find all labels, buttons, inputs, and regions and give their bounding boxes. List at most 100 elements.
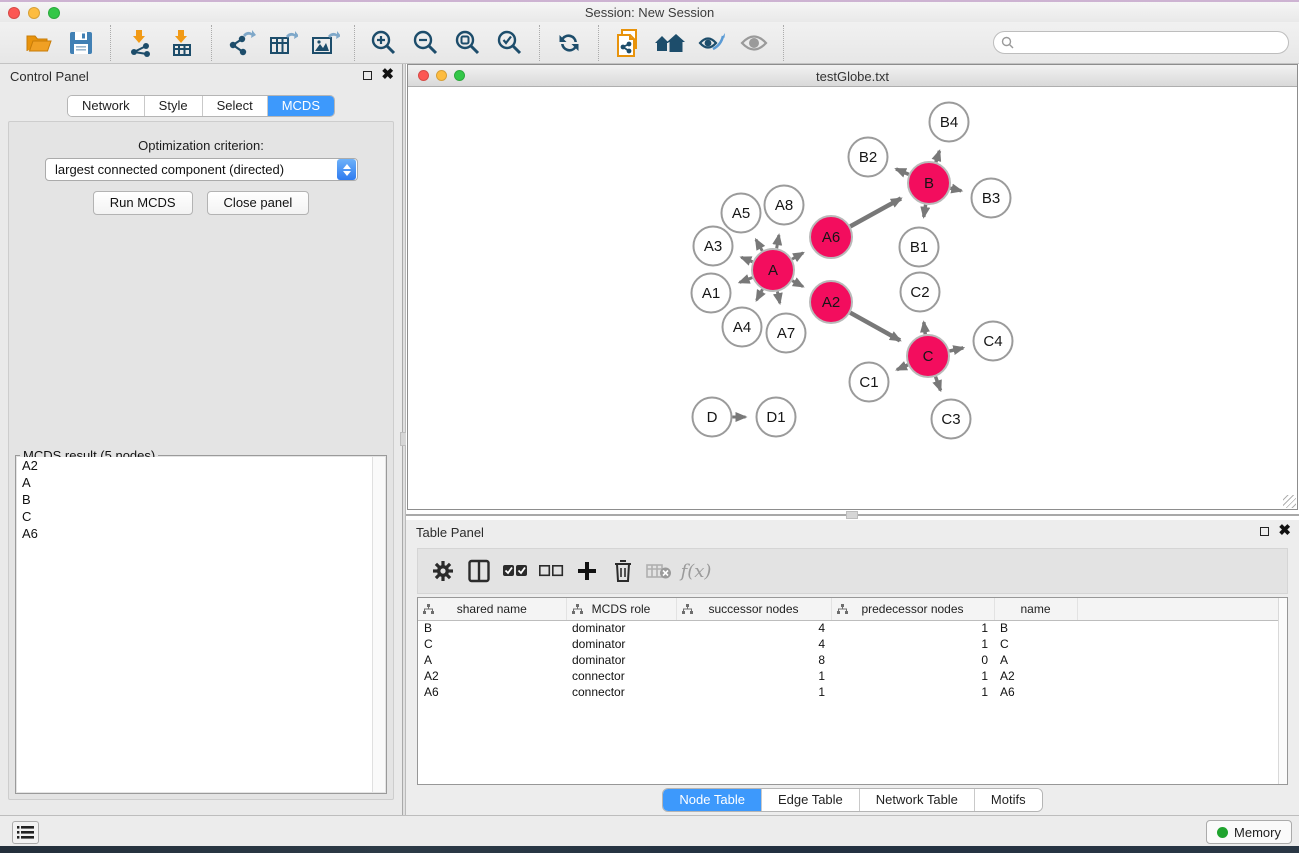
edge-C-C3[interactable] bbox=[936, 377, 941, 391]
graph-node-D[interactable]: D bbox=[693, 398, 732, 437]
save-session-icon[interactable] bbox=[60, 26, 102, 60]
import-network-icon[interactable] bbox=[119, 26, 161, 60]
cell-successor_nodes[interactable]: 4 bbox=[676, 636, 831, 652]
cell-successor_nodes[interactable]: 1 bbox=[676, 668, 831, 684]
tab-network[interactable]: Network bbox=[68, 96, 145, 116]
graph-node-C3[interactable]: C3 bbox=[932, 400, 971, 439]
column-header-successor-nodes[interactable]: successor nodes bbox=[676, 598, 831, 620]
edge-B-B4[interactable] bbox=[936, 151, 940, 162]
graph-node-B3[interactable]: B3 bbox=[972, 179, 1011, 218]
mcds-result-item[interactable]: A bbox=[17, 474, 385, 491]
graph-node-A2[interactable]: A2 bbox=[810, 281, 852, 323]
graph-node-C4[interactable]: C4 bbox=[974, 322, 1013, 361]
cell-shared_name[interactable]: A6 bbox=[418, 684, 566, 700]
criterion-dropdown[interactable]: largest connected component (directed) bbox=[45, 158, 358, 181]
edge-C-C1[interactable] bbox=[897, 365, 908, 370]
column-header-shared-name[interactable]: shared name bbox=[418, 598, 566, 620]
column-header-predecessor-nodes[interactable]: predecessor nodes bbox=[831, 598, 994, 620]
tab-mcds[interactable]: MCDS bbox=[268, 96, 334, 116]
edge-A-A7[interactable] bbox=[777, 292, 779, 304]
graph-node-B4[interactable]: B4 bbox=[930, 103, 969, 142]
import-table-icon[interactable] bbox=[161, 26, 203, 60]
mcds-result-item[interactable]: C bbox=[17, 508, 385, 525]
edge-A-A4[interactable] bbox=[757, 289, 763, 300]
cell-shared_name[interactable]: B bbox=[418, 620, 566, 636]
export-image-icon[interactable] bbox=[304, 26, 346, 60]
graph-node-A[interactable]: A bbox=[752, 249, 794, 291]
tab-node-table[interactable]: Node Table bbox=[663, 789, 762, 811]
graph-node-B2[interactable]: B2 bbox=[849, 138, 888, 177]
cell-successor_nodes[interactable]: 8 bbox=[676, 652, 831, 668]
graph-node-A1[interactable]: A1 bbox=[692, 274, 731, 313]
table-row[interactable]: A6connector11A6 bbox=[418, 684, 1288, 700]
graph-node-A3[interactable]: A3 bbox=[694, 227, 733, 266]
search-input[interactable] bbox=[1014, 35, 1288, 50]
column-header-mcds-role[interactable]: MCDS role bbox=[566, 598, 676, 620]
export-network-icon[interactable] bbox=[220, 26, 262, 60]
zoom-in-icon[interactable] bbox=[363, 26, 405, 60]
open-file-icon[interactable] bbox=[18, 26, 60, 60]
mcds-result-item[interactable]: B bbox=[17, 491, 385, 508]
column-browser-icon[interactable] bbox=[464, 553, 494, 589]
tab-motifs[interactable]: Motifs bbox=[975, 789, 1042, 811]
cell-predecessor_nodes[interactable]: 1 bbox=[831, 668, 994, 684]
cell-name[interactable]: A6 bbox=[994, 684, 1077, 700]
mcds-result-list[interactable]: A2ABCA6 bbox=[17, 457, 385, 792]
cell-predecessor_nodes[interactable]: 1 bbox=[831, 684, 994, 700]
graph-node-C2[interactable]: C2 bbox=[901, 273, 940, 312]
horizontal-splitter[interactable] bbox=[406, 510, 1299, 520]
zoom-selected-icon[interactable] bbox=[489, 26, 531, 60]
home-icon[interactable] bbox=[649, 26, 691, 60]
select-all-icon[interactable] bbox=[500, 553, 530, 589]
list-scrollbar[interactable] bbox=[372, 457, 385, 792]
zoom-out-icon[interactable] bbox=[405, 26, 447, 60]
edge-B-B2[interactable] bbox=[896, 169, 909, 174]
cell-shared_name[interactable]: A bbox=[418, 652, 566, 668]
cell-name[interactable]: A bbox=[994, 652, 1077, 668]
graph-node-B[interactable]: B bbox=[908, 162, 950, 204]
graph-node-A5[interactable]: A5 bbox=[722, 194, 761, 233]
cell-shared_name[interactable]: C bbox=[418, 636, 566, 652]
edge-A-A8[interactable] bbox=[777, 235, 779, 248]
edge-B-B3[interactable] bbox=[950, 188, 961, 191]
search-field[interactable] bbox=[993, 31, 1289, 54]
graph-node-A7[interactable]: A7 bbox=[767, 314, 806, 353]
table-scrollbar[interactable] bbox=[1278, 598, 1287, 784]
edge-A-A6[interactable] bbox=[792, 253, 803, 259]
zoom-fit-icon[interactable] bbox=[447, 26, 489, 60]
edge-B-B1[interactable] bbox=[924, 205, 926, 217]
graph-node-A4[interactable]: A4 bbox=[723, 308, 762, 347]
export-table-icon[interactable] bbox=[262, 26, 304, 60]
gear-icon[interactable] bbox=[428, 553, 458, 589]
graph-node-D1[interactable]: D1 bbox=[757, 398, 796, 437]
graph-node-C1[interactable]: C1 bbox=[850, 363, 889, 402]
cell-predecessor_nodes[interactable]: 0 bbox=[831, 652, 994, 668]
cell-mcds_role[interactable]: dominator bbox=[566, 636, 676, 652]
delete-icon[interactable] bbox=[608, 553, 638, 589]
edge-C-C2[interactable] bbox=[924, 322, 925, 334]
edge-A-A5[interactable] bbox=[756, 240, 762, 251]
graph-node-A6[interactable]: A6 bbox=[810, 216, 852, 258]
splitter-handle[interactable] bbox=[846, 511, 858, 519]
cell-shared_name[interactable]: A2 bbox=[418, 668, 566, 684]
column-header-name[interactable]: name bbox=[994, 598, 1077, 620]
float-panel-icon[interactable] bbox=[363, 71, 372, 80]
table-row[interactable]: Bdominator41B bbox=[418, 620, 1288, 636]
graph-node-A8[interactable]: A8 bbox=[765, 186, 804, 225]
close-panel-icon[interactable]: ✖ bbox=[1278, 525, 1291, 537]
edge-A-A2[interactable] bbox=[792, 281, 803, 287]
node-table[interactable]: shared nameMCDS rolesuccessor nodesprede… bbox=[417, 597, 1288, 785]
cell-mcds_role[interactable]: dominator bbox=[566, 652, 676, 668]
memory-button[interactable]: Memory bbox=[1206, 820, 1292, 844]
cell-name[interactable]: A2 bbox=[994, 668, 1077, 684]
close-panel-button[interactable]: Close panel bbox=[207, 191, 310, 215]
show-hide-icon[interactable] bbox=[733, 26, 775, 60]
mcds-result-item[interactable]: A6 bbox=[17, 525, 385, 542]
edge-A-A3[interactable] bbox=[741, 257, 752, 262]
mcds-result-item[interactable]: A2 bbox=[17, 457, 385, 474]
table-row[interactable]: Adominator80A bbox=[418, 652, 1288, 668]
run-mcds-button[interactable]: Run MCDS bbox=[93, 191, 193, 215]
network-window-titlebar[interactable]: testGlobe.txt bbox=[408, 65, 1297, 87]
cell-name[interactable]: C bbox=[994, 636, 1077, 652]
close-panel-icon[interactable]: ✖ bbox=[381, 69, 394, 81]
